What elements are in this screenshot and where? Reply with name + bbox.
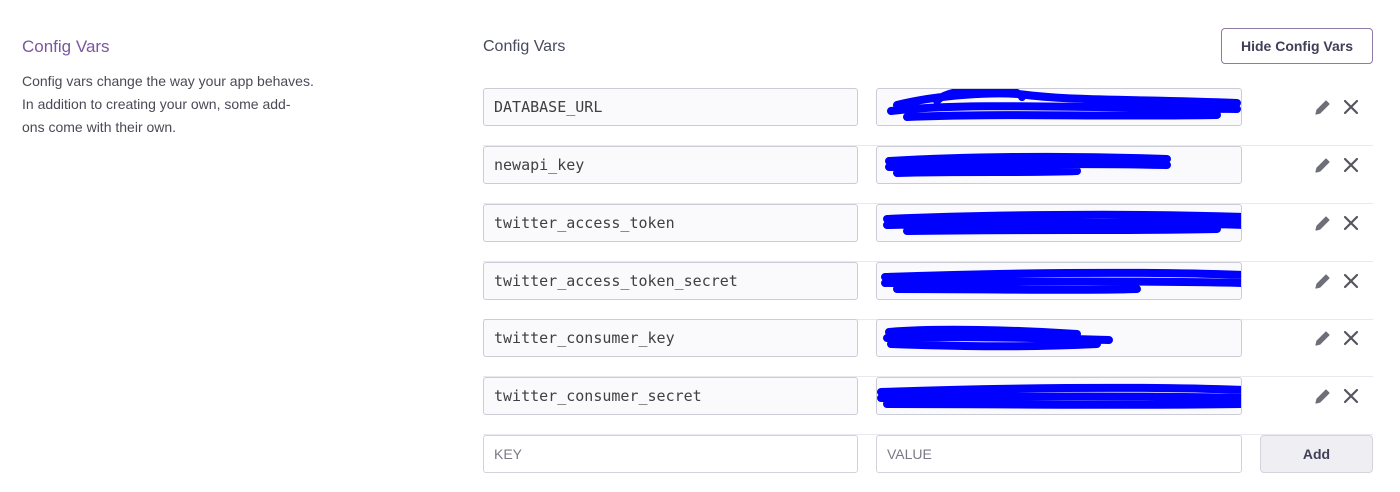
config-var-row: twitter_consumer_key: [483, 319, 1373, 377]
config-var-key[interactable]: twitter_consumer_secret: [483, 377, 858, 415]
config-var-key[interactable]: twitter_consumer_key: [483, 319, 858, 357]
config-var-row: twitter_access_token: [483, 204, 1373, 262]
new-value-input[interactable]: VALUE: [876, 435, 1242, 473]
pencil-icon[interactable]: [1313, 213, 1333, 233]
close-icon[interactable]: [1341, 155, 1361, 175]
redaction-scribble: [885, 152, 1171, 177]
redaction-scribble: [883, 325, 1113, 351]
config-var-key[interactable]: newapi_key: [483, 146, 858, 184]
config-var-key[interactable]: twitter_access_token: [483, 204, 858, 242]
config-var-value[interactable]: [876, 88, 1242, 126]
redaction-scribble: [881, 268, 1241, 294]
section-title: Config Vars: [22, 37, 110, 56]
config-var-value[interactable]: [876, 262, 1242, 300]
close-icon[interactable]: [1341, 328, 1361, 348]
section-description: Config vars change the way your app beha…: [22, 70, 342, 139]
add-button[interactable]: Add: [1260, 435, 1373, 473]
close-icon[interactable]: [1341, 271, 1361, 291]
config-var-value[interactable]: [876, 204, 1242, 242]
pencil-icon[interactable]: [1313, 328, 1333, 348]
redaction-scribble: [887, 89, 1241, 121]
config-var-value[interactable]: [876, 146, 1242, 184]
config-vars-title: Config Vars: [483, 38, 566, 55]
new-config-var-row: KEY VALUE Add: [483, 435, 1373, 492]
pencil-icon[interactable]: [1313, 271, 1333, 291]
hide-config-vars-button[interactable]: Hide Config Vars: [1221, 28, 1373, 64]
description-line: ons come with their own.: [22, 119, 177, 135]
description-line: Config vars change the way your app beha…: [22, 73, 314, 89]
config-var-row: twitter_consumer_secret: [483, 377, 1373, 435]
config-var-row: newapi_key: [483, 146, 1373, 204]
pencil-icon[interactable]: [1313, 155, 1333, 175]
config-var-value[interactable]: [876, 319, 1242, 357]
close-icon[interactable]: [1341, 386, 1361, 406]
config-var-key[interactable]: twitter_access_token_secret: [483, 262, 858, 300]
new-key-input[interactable]: KEY: [483, 435, 858, 473]
config-var-row: twitter_access_token_secret: [483, 262, 1373, 320]
config-var-key[interactable]: DATABASE_URL: [483, 88, 858, 126]
pencil-icon[interactable]: [1313, 386, 1333, 406]
redaction-scribble: [883, 210, 1241, 235]
redaction-scribble: [877, 383, 1241, 409]
config-var-row: DATABASE_URL: [483, 88, 1373, 146]
close-icon[interactable]: [1341, 213, 1361, 233]
close-icon[interactable]: [1341, 97, 1361, 117]
config-var-value[interactable]: [876, 377, 1242, 415]
description-line: In addition to creating your own, some a…: [22, 96, 291, 112]
pencil-icon[interactable]: [1313, 97, 1333, 117]
